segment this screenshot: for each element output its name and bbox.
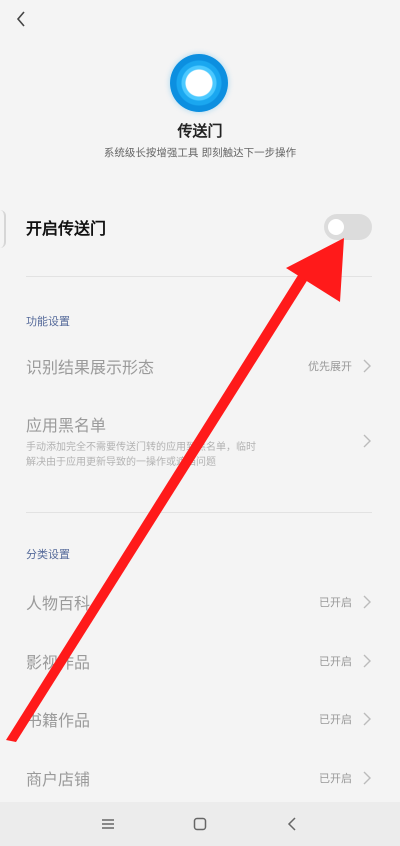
category-label: 书籍作品: [26, 711, 91, 730]
divider: [26, 276, 372, 277]
category-label: 商户店铺: [26, 770, 91, 789]
category-row-books[interactable]: 书籍作品 已开启: [26, 706, 372, 732]
chevron-right-icon: [363, 654, 371, 668]
category-status: 已开启: [319, 713, 352, 726]
recognition-display-value: 优先展开: [308, 360, 352, 373]
system-back-button[interactable]: [280, 812, 304, 836]
recents-button[interactable]: [96, 812, 120, 836]
divider: [26, 512, 372, 513]
blacklist-description-line-2: 解决由于应用更新导致的一操作或遮挡问题: [26, 457, 216, 468]
section-header-category: 分类设置: [26, 548, 70, 561]
category-status: 已开启: [319, 772, 352, 785]
chevron-right-icon: [363, 595, 371, 609]
app-title: 传送门: [177, 122, 223, 140]
system-navigation-bar: [0, 802, 400, 846]
chevron-right-icon: [363, 359, 371, 373]
back-triangle-icon: [287, 817, 296, 831]
category-row-people[interactable]: 人物百科 已开启: [26, 589, 372, 615]
category-row-film[interactable]: 影视作品 已开启: [26, 648, 372, 674]
home-button[interactable]: [188, 812, 212, 836]
app-logo: [170, 54, 228, 112]
app-blacklist-row[interactable]: 应用黑名单 手动添加完全不需要传送门转的应用到黑名单，临时 解决由于应用更新导致…: [26, 412, 372, 476]
enable-portal-switch[interactable]: [324, 214, 372, 240]
app-blacklist-label: 应用黑名单: [26, 416, 107, 435]
enable-portal-row[interactable]: 开启传送门: [0, 205, 400, 249]
category-status: 已开启: [319, 655, 352, 668]
home-square-icon: [193, 817, 207, 831]
recognition-display-label: 识别结果展示形态: [26, 358, 155, 377]
enable-portal-label: 开启传送门: [26, 219, 107, 238]
switch-knob: [328, 219, 344, 235]
back-button[interactable]: [10, 8, 32, 30]
recognition-display-row[interactable]: 识别结果展示形态 优先展开: [26, 352, 372, 380]
category-label: 人物百科: [26, 594, 91, 613]
chevron-right-icon: [363, 712, 371, 726]
category-label: 影视作品: [26, 653, 91, 672]
chevron-left-icon: [16, 11, 25, 27]
app-blacklist-description: 手动添加完全不需要传送门转的应用到黑名单，临时 解决由于应用更新导致的一操作或遮…: [26, 440, 336, 470]
category-status: 已开启: [319, 596, 352, 609]
app-subtitle: 系统级长按增强工具 即刻触达下一步操作: [103, 147, 297, 159]
blacklist-description-line-1: 手动添加完全不需要传送门转的应用到黑名单，临时: [26, 442, 256, 453]
chevron-right-icon: [363, 771, 371, 785]
category-row-shops[interactable]: 商户店铺 已开启: [26, 765, 372, 791]
section-header-function: 功能设置: [26, 315, 70, 328]
chevron-right-icon: [363, 434, 371, 448]
menu-icon: [102, 819, 114, 829]
